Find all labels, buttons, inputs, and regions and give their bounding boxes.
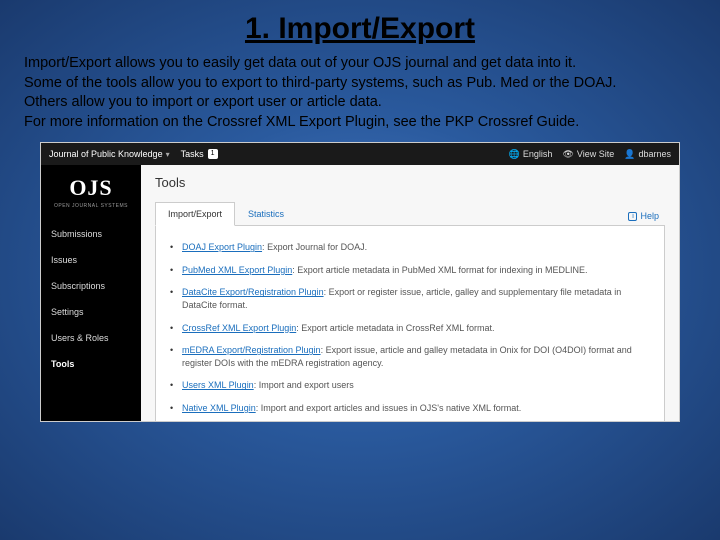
language-menu[interactable]: 🌐 English	[509, 149, 553, 160]
sidebar-item-settings[interactable]: Settings	[41, 299, 141, 325]
view-site-link[interactable]: 👁 View Site	[562, 149, 614, 160]
sidebar: OJS OPEN JOURNAL SYSTEMS Submissions Iss…	[41, 165, 141, 421]
sidebar-item-submissions[interactable]: Submissions	[41, 221, 141, 247]
plugin-link-doaj[interactable]: DOAJ Export Plugin	[182, 242, 262, 252]
ojs-logo: OJS	[41, 171, 141, 203]
list-item: DataCite Export/Registration Plugin: Exp…	[170, 281, 650, 316]
eye-icon: 👁	[562, 149, 573, 160]
username-label: dbarnes	[638, 149, 671, 159]
language-label: English	[523, 149, 553, 159]
plugin-list: DOAJ Export Plugin: Export Journal for D…	[170, 236, 650, 419]
help-label: Help	[640, 211, 659, 221]
list-item: Native XML Plugin: Import and export art…	[170, 397, 650, 420]
main-content: Tools Import/Export Statistics i Help DO…	[141, 165, 679, 421]
chevron-down-icon: ▾	[166, 150, 170, 159]
view-site-label: View Site	[577, 149, 614, 159]
tasks-label: Tasks	[181, 149, 204, 159]
plugin-link-users-xml[interactable]: Users XML Plugin	[182, 380, 254, 390]
page-heading: Tools	[155, 175, 665, 190]
plugin-desc: Export article metadata in CrossRef XML …	[301, 323, 494, 333]
user-menu[interactable]: 👤 dbarnes	[624, 149, 671, 160]
plugin-desc: Import and export users	[259, 380, 354, 390]
user-icon: 👤	[624, 149, 635, 160]
tab-import-export[interactable]: Import/Export	[155, 202, 235, 226]
sidebar-item-issues[interactable]: Issues	[41, 247, 141, 273]
plugin-link-native-xml[interactable]: Native XML Plugin	[182, 403, 256, 413]
list-item: DOAJ Export Plugin: Export Journal for D…	[170, 236, 650, 259]
plugin-link-pubmed[interactable]: PubMed XML Export Plugin	[182, 265, 292, 275]
slide-title: 1. Import/Export	[24, 12, 696, 46]
help-icon: i	[628, 212, 637, 221]
plugin-desc: Import and export articles and issues in…	[261, 403, 522, 413]
ojs-logo-subtitle: OPEN JOURNAL SYSTEMS	[41, 203, 141, 209]
tasks-count-badge: 1	[208, 149, 218, 159]
plugin-desc: Export Journal for DOAJ.	[267, 242, 367, 252]
sidebar-item-tools[interactable]: Tools	[41, 351, 141, 377]
slide-description: Import/Export allows you to easily get d…	[24, 54, 696, 132]
sidebar-item-subscriptions[interactable]: Subscriptions	[41, 273, 141, 299]
ojs-screenshot: Journal of Public Knowledge ▾ Tasks 1 🌐 …	[40, 142, 680, 422]
plugin-link-datacite[interactable]: DataCite Export/Registration Plugin	[182, 287, 324, 297]
plugin-desc: Export article metadata in PubMed XML fo…	[297, 265, 587, 275]
import-export-panel: DOAJ Export Plugin: Export Journal for D…	[155, 226, 665, 422]
sidebar-item-users-roles[interactable]: Users & Roles	[41, 325, 141, 351]
help-link[interactable]: i Help	[622, 207, 665, 225]
tasks-menu[interactable]: Tasks 1	[181, 149, 218, 159]
globe-icon: 🌐	[509, 149, 520, 160]
journal-title[interactable]: Journal of Public Knowledge	[49, 149, 163, 159]
list-item: PubMed XML Export Plugin: Export article…	[170, 259, 650, 282]
list-item: Users XML Plugin: Import and export user…	[170, 374, 650, 397]
plugin-link-crossref[interactable]: CrossRef XML Export Plugin	[182, 323, 296, 333]
list-item: CrossRef XML Export Plugin: Export artic…	[170, 317, 650, 340]
tab-bar: Import/Export Statistics i Help	[155, 202, 665, 226]
topbar: Journal of Public Knowledge ▾ Tasks 1 🌐 …	[41, 143, 679, 165]
tab-statistics[interactable]: Statistics	[235, 202, 297, 225]
plugin-link-medra[interactable]: mEDRA Export/Registration Plugin	[182, 345, 321, 355]
list-item: mEDRA Export/Registration Plugin: Export…	[170, 339, 650, 374]
